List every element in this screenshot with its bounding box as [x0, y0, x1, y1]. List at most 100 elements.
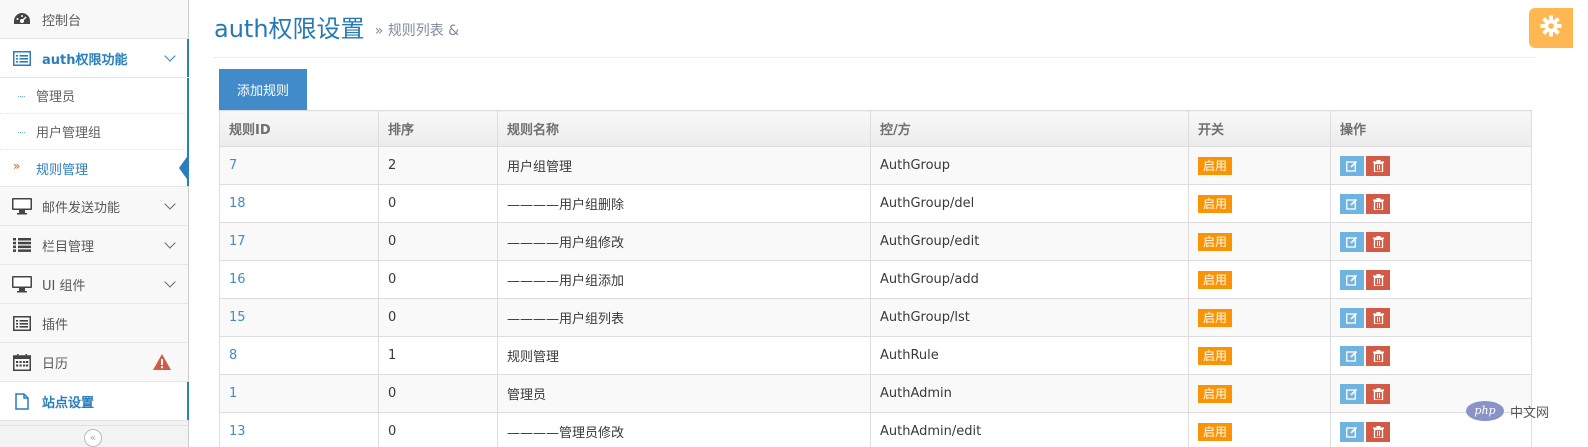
rule-id-link[interactable]: 17	[229, 234, 246, 249]
cell-rule-id: 18	[219, 184, 379, 223]
rule-id-link[interactable]: 7	[229, 158, 237, 173]
sidebar-item-site-settings[interactable]: 站点设置	[0, 382, 189, 421]
cell-actions	[1330, 222, 1532, 261]
edit-button[interactable]	[1340, 383, 1364, 404]
status-badge[interactable]: 启用	[1198, 232, 1233, 251]
cell-switch: 启用	[1188, 146, 1331, 185]
status-badge[interactable]: 启用	[1198, 194, 1233, 213]
cell-rule-id: 17	[219, 222, 379, 261]
edit-button[interactable]	[1340, 193, 1364, 214]
cell-rule-id: 13	[219, 412, 379, 447]
status-badge[interactable]: 启用	[1198, 422, 1233, 441]
cell-sort: 0	[378, 374, 498, 413]
cell-sort: 0	[378, 184, 498, 223]
breadcrumb: » 规则列表 &	[374, 23, 460, 39]
status-badge[interactable]: 启用	[1198, 308, 1233, 327]
rule-id-link[interactable]: 15	[229, 310, 246, 325]
trash-icon	[1372, 197, 1384, 211]
cell-rule-id: 15	[219, 298, 379, 337]
cell-rule-name: ————用户组添加	[497, 260, 871, 299]
delete-button[interactable]	[1366, 231, 1390, 252]
sidebar: 控制台 auth权限功能 管理员 用户管理组 » 规则管理 邮件发送功能 栏目管…	[0, 0, 189, 447]
edit-button[interactable]	[1340, 231, 1364, 252]
sidebar-item-ui-components[interactable]: UI 组件	[0, 265, 188, 304]
rule-id-link[interactable]: 16	[229, 272, 246, 287]
delete-button[interactable]	[1366, 307, 1390, 328]
cell-rule-name: ————用户组列表	[497, 298, 871, 337]
status-badge[interactable]: 启用	[1198, 384, 1233, 403]
delete-button[interactable]	[1366, 383, 1390, 404]
sidebar-item-label: 插件	[42, 317, 69, 333]
double-angle-right-icon: »	[13, 159, 21, 173]
column-header-actions: 操作	[1330, 110, 1532, 147]
settings-button[interactable]	[1529, 8, 1573, 48]
cell-path: AuthGroup/edit	[870, 222, 1189, 261]
dashboard-icon	[12, 9, 32, 29]
edit-button[interactable]	[1340, 345, 1364, 366]
edit-button[interactable]	[1340, 307, 1364, 328]
trash-icon	[1372, 349, 1384, 363]
delete-button[interactable]	[1366, 155, 1390, 176]
collapse-sidebar-button[interactable]: «	[84, 429, 102, 447]
cell-actions	[1330, 336, 1532, 375]
list-icon	[12, 235, 32, 255]
edit-icon	[1346, 274, 1358, 286]
sidebar-item-label: 栏目管理	[42, 239, 95, 255]
chevron-down-icon	[164, 237, 176, 249]
submenu-item-rule-management[interactable]: » 规则管理	[0, 150, 189, 186]
edit-button[interactable]	[1340, 421, 1364, 442]
status-badge[interactable]: 启用	[1198, 270, 1233, 289]
cell-sort: 2	[378, 146, 498, 185]
page-header: auth权限设置 » 规则列表 &	[214, 10, 1536, 58]
add-rule-button[interactable]: 添加规则	[219, 69, 307, 110]
rule-id-link[interactable]: 13	[229, 424, 246, 439]
gear-icon	[1540, 15, 1562, 41]
cell-switch: 启用	[1188, 298, 1331, 337]
table-row: 15 0 ————用户组列表 AuthGroup/lst 启用	[219, 298, 1532, 337]
column-header-sort: 排序	[378, 110, 498, 147]
submenu-item-label: 规则管理	[36, 162, 89, 178]
sidebar-item-label: 邮件发送功能	[42, 200, 121, 216]
delete-button[interactable]	[1366, 421, 1390, 442]
sidebar-item-plugins[interactable]: 插件	[0, 304, 188, 343]
cell-path: AuthAdmin	[870, 374, 1189, 413]
delete-button[interactable]	[1366, 269, 1390, 290]
status-badge[interactable]: 启用	[1198, 346, 1233, 365]
cell-rule-name: ————用户组删除	[497, 184, 871, 223]
cell-rule-name: 规则管理	[497, 336, 871, 375]
php-logo: php	[1466, 401, 1504, 421]
table-row: 16 0 ————用户组添加 AuthGroup/add 启用	[219, 260, 1532, 299]
trash-icon	[1372, 273, 1384, 287]
edit-button[interactable]	[1340, 269, 1364, 290]
cell-rule-id: 1	[219, 374, 379, 413]
column-header-controller-method: 控/方	[870, 110, 1189, 147]
sidebar-item-mail[interactable]: 邮件发送功能	[0, 187, 188, 226]
cell-sort: 0	[378, 260, 498, 299]
submenu-item-label: 用户管理组	[36, 126, 102, 141]
cell-rule-name: 管理员	[497, 374, 871, 413]
submenu-item-user-group[interactable]: 用户管理组	[0, 114, 188, 150]
cell-rule-name: ————管理员修改	[497, 412, 871, 447]
status-badge[interactable]: 启用	[1198, 156, 1233, 175]
cell-actions	[1330, 184, 1532, 223]
edit-icon	[1346, 350, 1358, 362]
sidebar-item-calendar[interactable]: 日历	[0, 343, 188, 382]
sidebar-item-label: UI 组件	[42, 278, 86, 294]
rule-id-link[interactable]: 18	[229, 196, 246, 211]
watermark: php 中文网	[1466, 401, 1549, 421]
cell-path: AuthGroup/add	[870, 260, 1189, 299]
rule-id-link[interactable]: 8	[229, 348, 237, 363]
chevron-down-icon	[164, 198, 176, 210]
edit-icon	[1346, 388, 1358, 400]
sidebar-item-auth[interactable]: auth权限功能	[0, 39, 189, 78]
rule-id-link[interactable]: 1	[229, 386, 237, 401]
file-icon	[12, 391, 32, 411]
column-header-rule-id: 规则ID	[219, 110, 379, 147]
submenu-item-admin[interactable]: 管理员	[0, 78, 188, 114]
delete-button[interactable]	[1366, 345, 1390, 366]
page-title: auth权限设置	[214, 15, 365, 43]
edit-button[interactable]	[1340, 155, 1364, 176]
sidebar-item-columns[interactable]: 栏目管理	[0, 226, 188, 265]
delete-button[interactable]	[1366, 193, 1390, 214]
sidebar-item-dashboard[interactable]: 控制台	[0, 0, 188, 39]
